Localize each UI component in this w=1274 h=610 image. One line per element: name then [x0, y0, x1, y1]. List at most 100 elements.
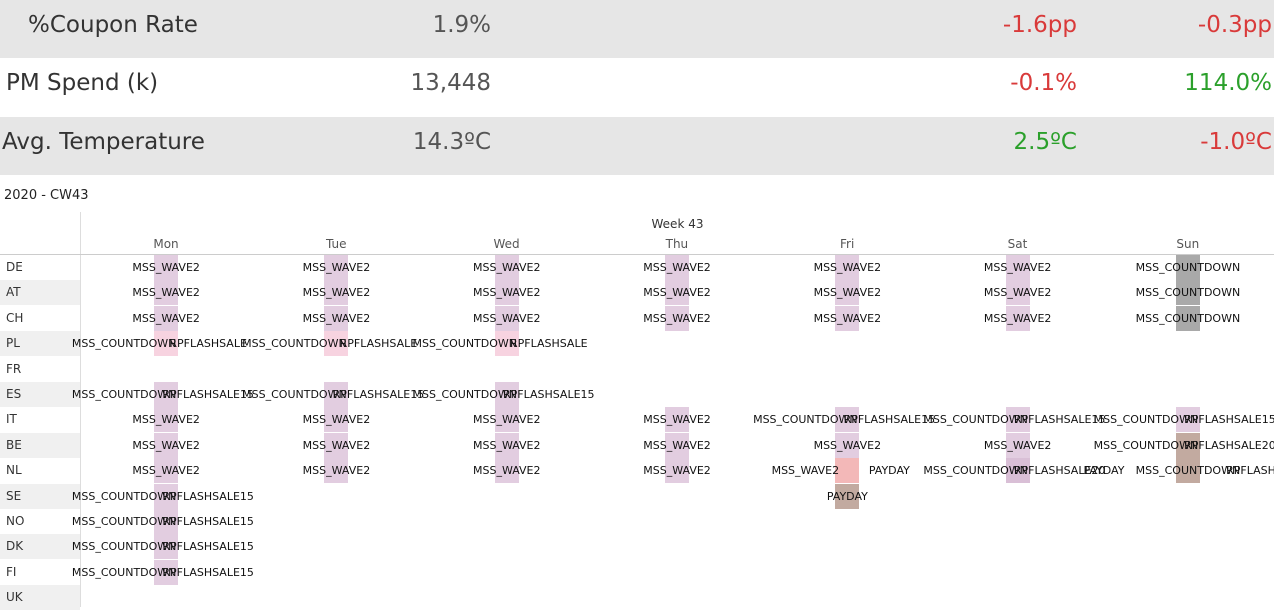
campaign-label: RPFLASHSALE20 — [1184, 438, 1274, 452]
campaign-label: MSS_COUNTDOWN — [71, 540, 177, 554]
campaign-label: MSS_WAVE2 — [472, 261, 541, 274]
campaign-label: RPFLASHSALE20 — [1226, 464, 1274, 478]
campaign-label: RPFLASHSALE15 — [502, 388, 595, 401]
campaign-label: MSS_WAVE2 — [643, 438, 711, 452]
country-label-de: DE — [6, 260, 23, 274]
campaign-label: MSS_WAVE2 — [813, 261, 882, 274]
campaign-label: MSS_COUNTDOWN — [412, 388, 518, 401]
country-label-se: SE — [6, 488, 22, 503]
metric-value: 13,448 — [410, 70, 491, 96]
campaign-label: MSS_WAVE2 — [472, 286, 541, 300]
campaign-label: MSS_COUNTDOWN — [71, 388, 177, 401]
campaign-label: RPFLASHSALE15 — [162, 565, 254, 579]
campaign-label: MSS_WAVE2 — [302, 261, 371, 274]
campaign-label: MSS_WAVE2 — [472, 438, 541, 452]
metric-delta-1: -0.1% — [1010, 70, 1077, 96]
campaign-label: MSS_WAVE2 — [771, 464, 840, 478]
campaign-label: MSS_WAVE2 — [643, 286, 711, 300]
metric-value: 1.9% — [432, 12, 491, 38]
country-label-nl: NL — [6, 463, 22, 478]
campaign-label: RPFLASHSALE15 — [1013, 413, 1106, 427]
metric-label: %Coupon Rate — [28, 12, 198, 38]
campaign-label: RPFLASHSALE — [339, 337, 418, 351]
day-header-fri: Fri — [840, 237, 855, 251]
campaign-label: MSS_COUNTDOWN — [412, 337, 518, 351]
campaign-label: MSS_WAVE2 — [813, 311, 882, 325]
campaign-label: MSS_WAVE2 — [132, 286, 200, 300]
campaign-label: MSS_WAVE2 — [813, 286, 882, 300]
country-label-fr: FR — [6, 361, 22, 376]
day-header-sat: Sat — [1007, 237, 1028, 251]
campaign-label: MSS_WAVE2 — [302, 413, 371, 427]
country-label-be: BE — [6, 437, 22, 452]
campaign-label: MSS_WAVE2 — [302, 438, 371, 452]
campaign-label: MSS_COUNTDOWN — [1135, 261, 1241, 274]
country-label-it: IT — [6, 412, 17, 427]
country-label-pl: PL — [6, 336, 20, 351]
campaign-label: MSS_WAVE2 — [302, 464, 371, 478]
campaign-label: MSS_COUNTDOWN — [1135, 286, 1241, 300]
campaign-label: MSS_WAVE2 — [472, 311, 541, 325]
calendar-title: 2020 - CW43 — [4, 188, 89, 203]
campaign-label: MSS_WAVE2 — [472, 464, 541, 478]
country-label-uk: UK — [6, 590, 23, 605]
metric-delta-1: 2.5ºC — [1013, 129, 1077, 155]
campaign-label: RPFLASHSALE — [509, 337, 588, 351]
campaign-label: MSS_WAVE2 — [132, 311, 200, 325]
campaign-label: PAYDAY — [868, 464, 910, 478]
campaign-label: RPFLASHSALE — [169, 337, 247, 351]
day-header-tue: Tue — [326, 237, 347, 251]
campaign-label: MSS_COUNTDOWN — [753, 413, 858, 427]
metric-delta-2: -0.3pp — [1197, 12, 1272, 38]
campaign-label: MSS_COUNTDOWN — [242, 337, 347, 351]
campaign-label: MSS_WAVE2 — [983, 286, 1052, 300]
campaign-label: RPFLASHSALE15 — [162, 540, 254, 554]
metric-label: PM Spend (k) — [6, 70, 159, 96]
metric-delta-1: -1.6pp — [1002, 12, 1077, 38]
country-label-fi: FI — [6, 564, 17, 579]
metric-value: 14.3ºC — [412, 129, 491, 155]
campaign-label: MSS_COUNTDOWN — [71, 489, 177, 503]
day-header-sun: Sun — [1176, 237, 1200, 251]
campaign-label: MSS_COUNTDOWN — [1135, 311, 1241, 325]
campaign-label: MSS_WAVE2 — [983, 311, 1052, 325]
country-label-at: AT — [6, 285, 21, 300]
campaign-label: RPFLASHSALE15 — [162, 388, 254, 401]
campaign-label: MSS_WAVE2 — [643, 311, 711, 325]
day-header-mon: Mon — [153, 237, 179, 251]
campaign-label: MSS_COUNTDOWN — [242, 388, 347, 401]
week-header: Week 43 — [651, 217, 704, 231]
campaign-label: MSS_WAVE2 — [643, 413, 711, 427]
campaign-label: RPFLASHSALE15 — [162, 515, 254, 528]
campaign-label: MSS_COUNTDOWN — [1135, 464, 1241, 478]
metric-row: PM Spend (k) 13,448 -0.1% 114.0% — [0, 58, 1274, 116]
campaign-label: MSS_WAVE2 — [132, 438, 200, 452]
metric-delta-2: -1.0ºC — [1200, 129, 1272, 155]
campaign-label: MSS_COUNTDOWN — [923, 464, 1028, 478]
metric-label: Avg. Temperature — [2, 129, 205, 155]
campaign-label: MSS_WAVE2 — [983, 438, 1052, 452]
campaign-label: MSS_COUNTDOWN — [71, 337, 177, 351]
campaign-label: MSS_WAVE2 — [302, 311, 371, 325]
campaign-label: MSS_WAVE2 — [132, 413, 200, 427]
country-label-dk: DK — [6, 539, 24, 554]
campaign-label: MSS_WAVE2 — [472, 413, 541, 427]
country-label-es: ES — [6, 387, 22, 401]
campaign-label: MSS_COUNTDOWN — [1093, 438, 1199, 452]
campaign-label: PAYDAY — [826, 489, 868, 503]
campaign-label: MSS_WAVE2 — [643, 464, 711, 478]
campaign-label: MSS_WAVE2 — [643, 261, 711, 274]
campaign-label: MSS_WAVE2 — [132, 261, 200, 274]
metric-row: %Coupon Rate 1.9% -1.6pp -0.3pp — [0, 0, 1274, 58]
campaign-calendar: Week 43 Mon Tue Wed Thu Fri Sat Sun DE AT CH PL FR E… — [0, 212, 1274, 610]
header-divider — [0, 254, 1274, 255]
campaign-label: MSS_WAVE2 — [132, 464, 200, 478]
metric-row: Avg. Temperature 14.3ºC 2.5ºC -1.0ºC — [0, 117, 1274, 175]
country-label-ch: CH — [6, 310, 24, 325]
campaign-label: RPFLASHSALE15 — [1184, 413, 1274, 427]
campaign-label: MSS_WAVE2 — [983, 261, 1052, 274]
day-header-wed: Wed — [493, 237, 520, 251]
metric-delta-2: 114.0% — [1184, 70, 1272, 96]
campaign-label: RPFLASHSALE15 — [162, 489, 254, 503]
campaign-label: MSS_COUNTDOWN — [1093, 413, 1199, 427]
